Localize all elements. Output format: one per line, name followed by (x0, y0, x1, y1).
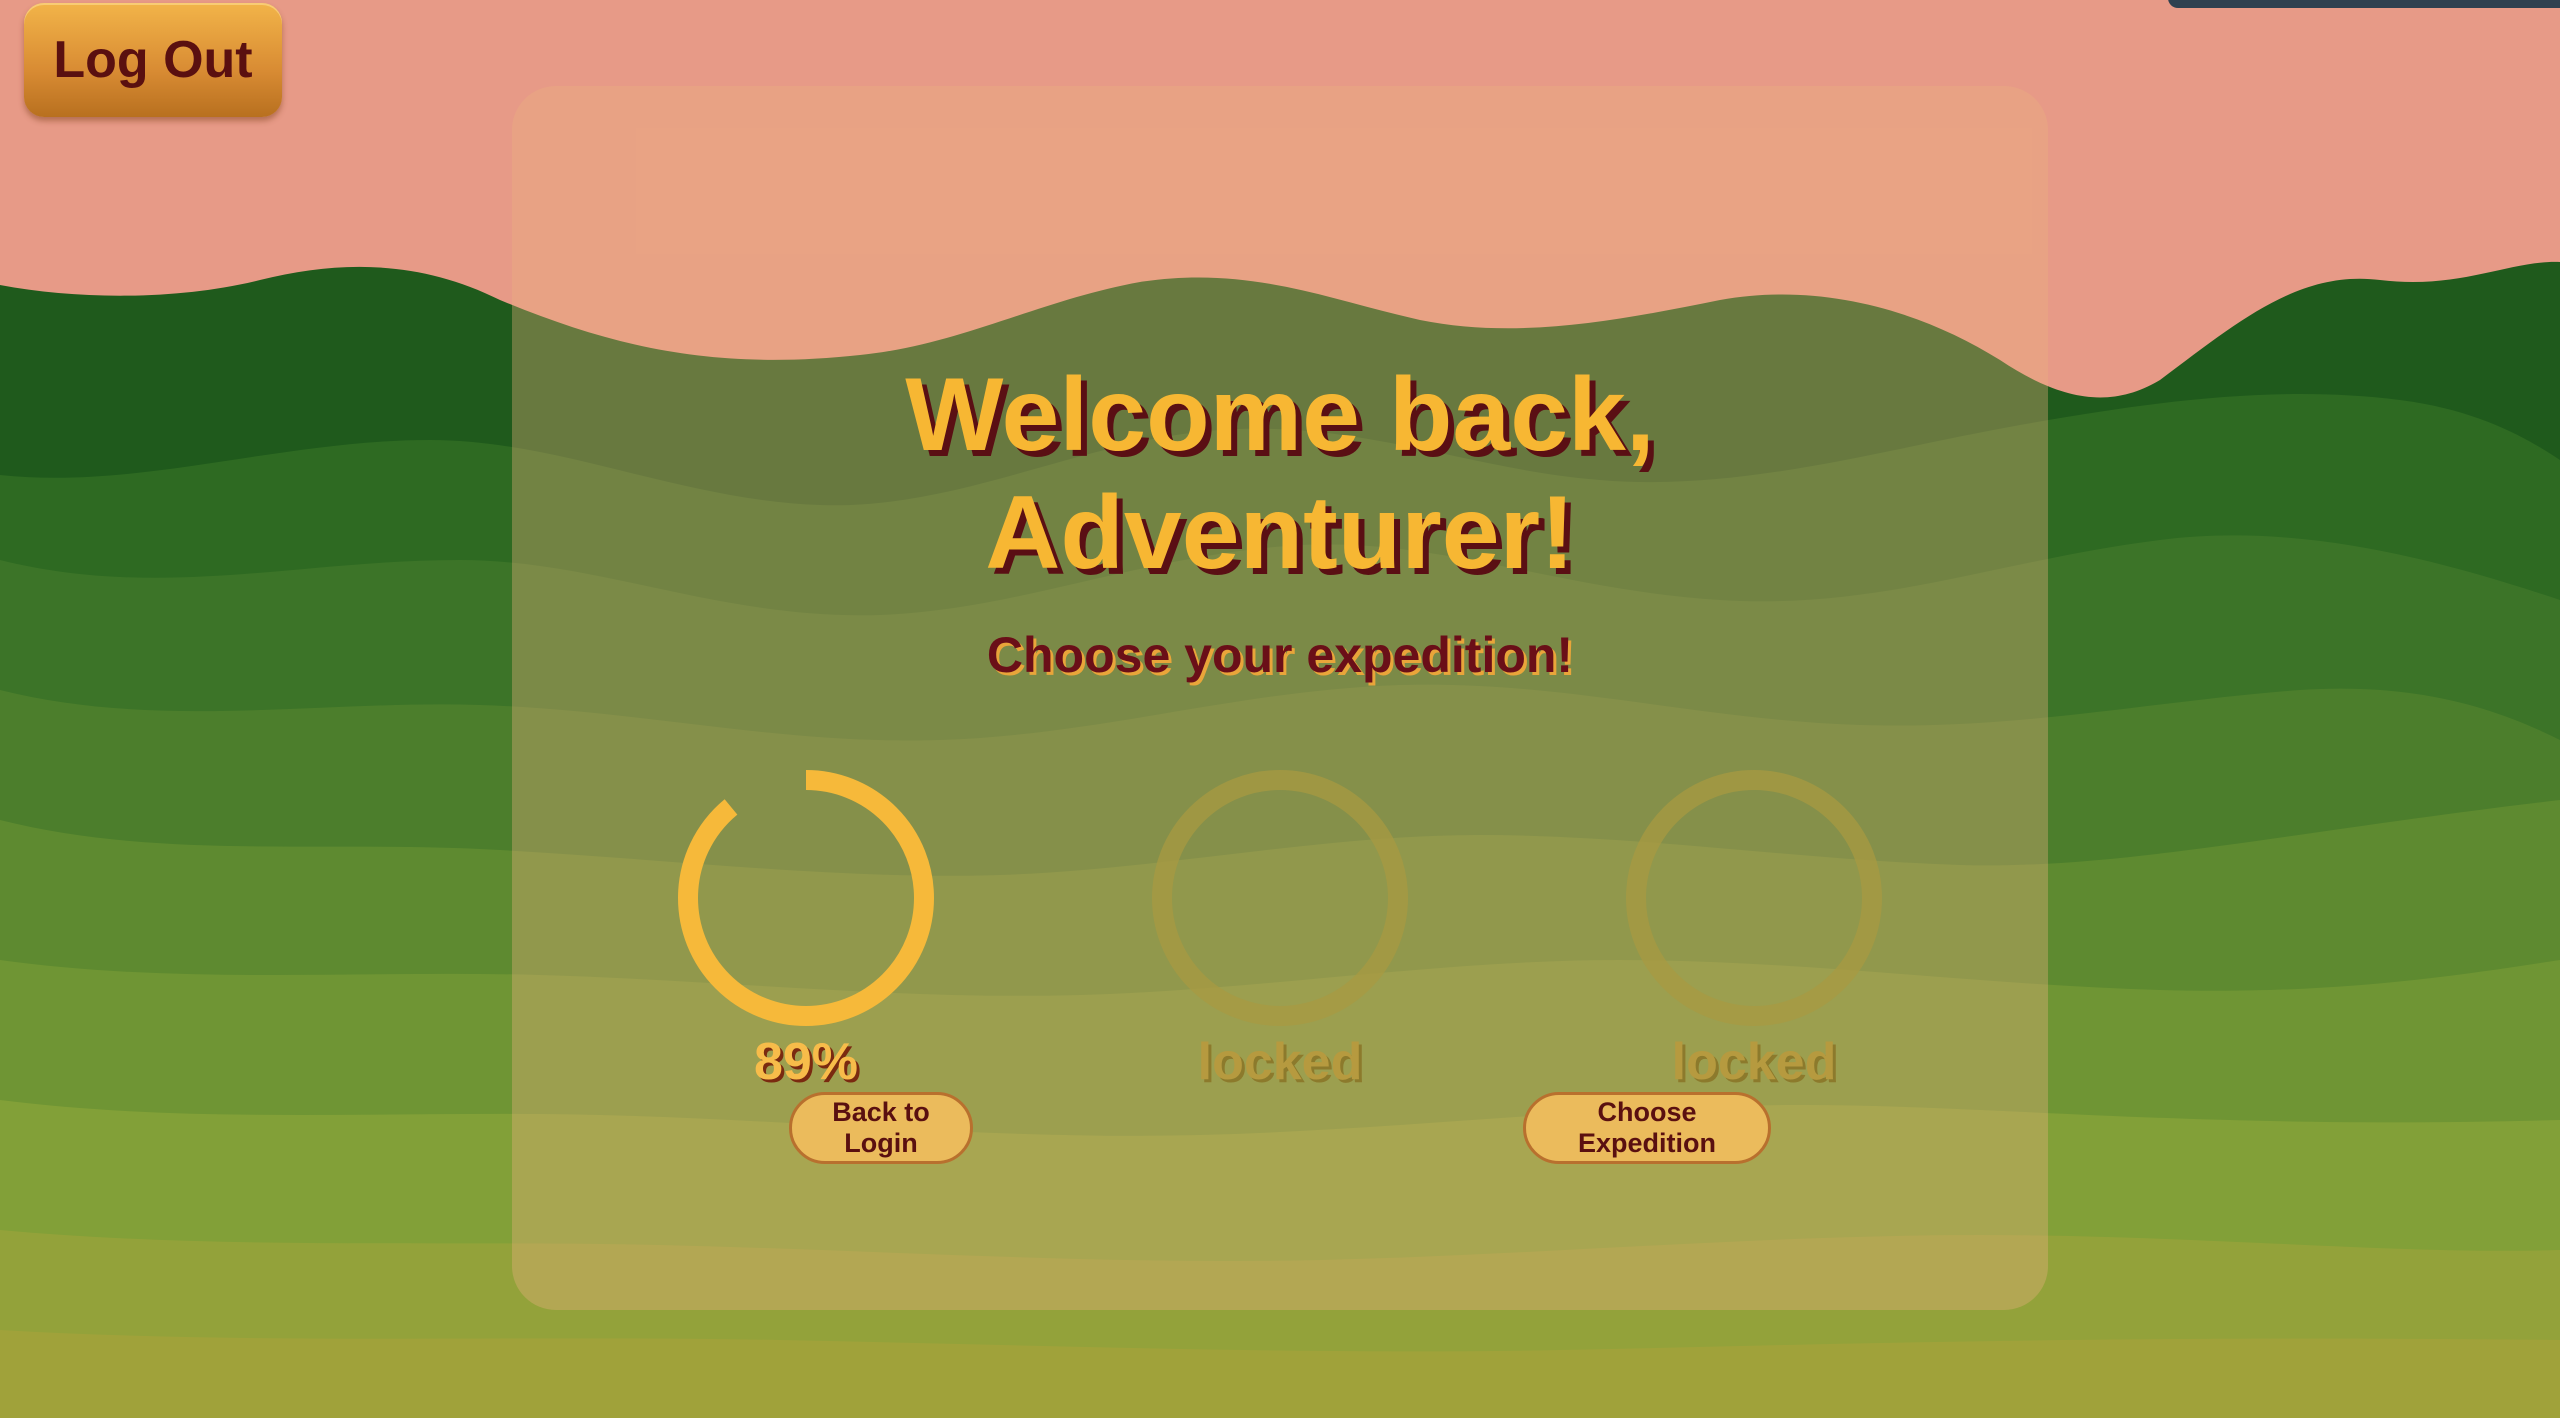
expedition-1-progress: 89% (753, 1033, 859, 1091)
expedition-panel: Welcome back, Adventurer! Choose your ex… (512, 86, 2048, 1310)
expedition-2-status: locked (1197, 1033, 1363, 1091)
locked-ring-icon (1626, 770, 1882, 1026)
welcome-title-line-2: Adventurer! (985, 475, 1575, 591)
back-to-login-button[interactable]: Back to Login (789, 1092, 973, 1164)
welcome-title-line-1: Welcome back, (905, 357, 1655, 473)
welcome-title: Welcome back, Adventurer! (512, 356, 2048, 592)
logout-button[interactable]: Log Out (24, 3, 282, 117)
choose-expedition-button[interactable]: Choose Expedition (1523, 1092, 1771, 1164)
expedition-1[interactable]: 89% (676, 770, 936, 1091)
expedition-3[interactable]: locked (1624, 770, 1884, 1091)
progress-ring-icon (678, 770, 934, 1026)
top-edge-bar (2168, 0, 2560, 8)
expedition-subtitle: Choose your expedition! (986, 627, 1574, 683)
expedition-3-status: locked (1671, 1033, 1837, 1091)
locked-ring-icon (1152, 770, 1408, 1026)
expedition-2[interactable]: locked (1150, 770, 1410, 1091)
